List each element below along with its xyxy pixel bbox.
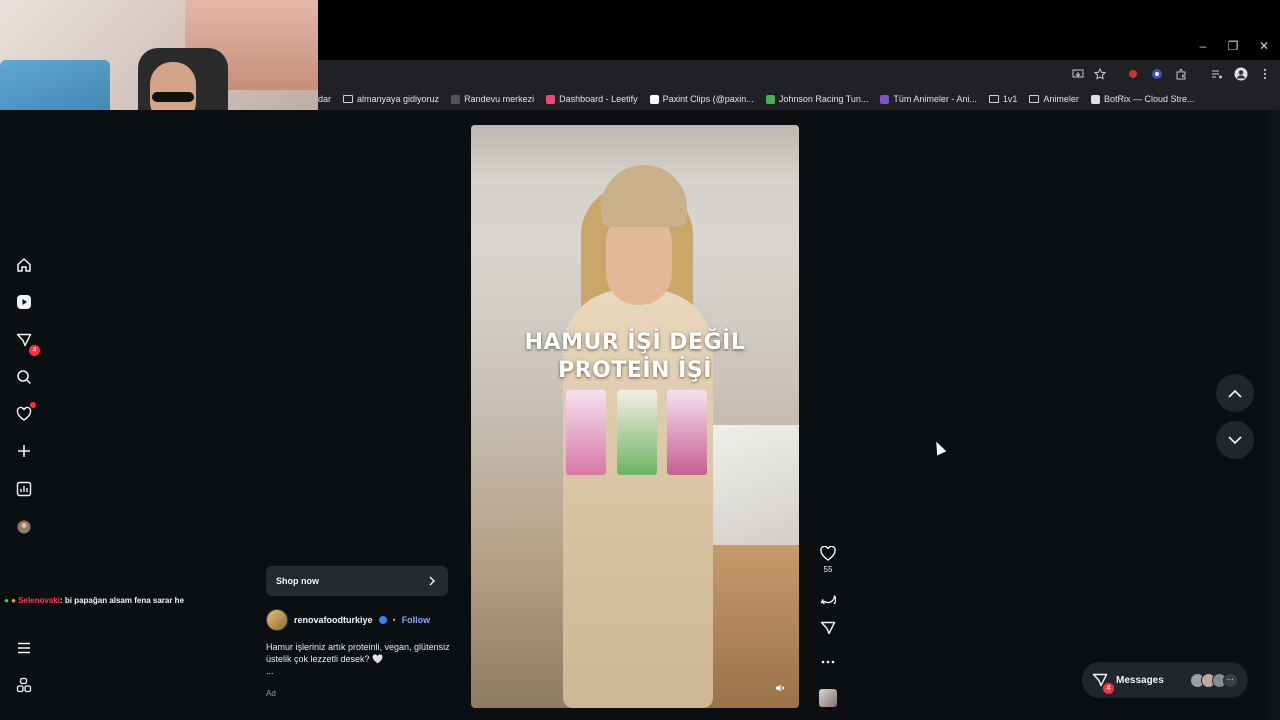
bookmark-label: Johnson Racing Tun... (778, 94, 869, 104)
account-avatar[interactable] (266, 609, 288, 631)
post-description: Hamur işleriniz artık proteinli, vegan, … (266, 641, 456, 677)
chat-status-dot: ● (4, 596, 9, 605)
messages-badge: 4 (1103, 683, 1114, 694)
follow-button[interactable]: Follow (402, 615, 431, 625)
profile-avatar[interactable] (14, 517, 34, 537)
messages-label: Messages (1116, 674, 1164, 686)
bookmark-label: Tüm Animeler - Ani... (893, 94, 977, 104)
bookmark-item[interactable]: Randevu merkezi (451, 94, 534, 104)
install-app-icon[interactable] (1070, 66, 1086, 82)
chat-username: Selenovski (18, 596, 60, 605)
next-reel-button[interactable] (1216, 421, 1254, 459)
messages-icon: 4 (1092, 672, 1114, 694)
extension-icon[interactable] (1149, 66, 1165, 82)
site-icon (765, 94, 775, 104)
separator-dot: • (392, 615, 396, 625)
chat-text: : bi papağan alsam fena sarar he (59, 596, 185, 605)
bookmark-label: BotRix — Cloud Stre... (1103, 94, 1195, 104)
bookmark-item[interactable]: Paxint Clips (@paxin... (649, 94, 754, 104)
more-options-icon[interactable] (818, 652, 838, 672)
reel-caption: HAMUR İŞİ DEĞİL PROTEİN İŞİ (471, 329, 799, 385)
dashboard-chart-icon[interactable] (14, 479, 34, 499)
messages-avatars: ··· (1189, 672, 1238, 688)
site-icon (1090, 94, 1100, 104)
bookmark-item[interactable]: Johnson Racing Tun... (765, 94, 869, 104)
sunglasses (152, 92, 194, 102)
bookmark-label: Randevu merkezi (464, 94, 535, 104)
folder-icon (988, 95, 999, 103)
account-username[interactable]: renovafoodturkiye (294, 615, 373, 625)
close-window-button[interactable]: ✕ (1249, 36, 1279, 56)
bookmark-label: Dashboard - Leetify (559, 94, 638, 104)
bookmark-label: Animeler (1043, 94, 1079, 104)
caption-line-2: PROTEİN İŞİ (558, 358, 712, 383)
page-scrollbar[interactable] (1268, 110, 1280, 720)
stream-chat-message: ● ● Selenovski: bi papağan alsam fena sa… (4, 596, 184, 605)
verified-badge-icon (378, 616, 387, 624)
chevron-right-icon (429, 576, 435, 586)
messages-button[interactable]: 4 Messages ··· (1082, 662, 1248, 698)
search-icon[interactable] (14, 367, 34, 387)
reel-video[interactable]: HAMUR İŞİ DEĞİL PROTEİN İŞİ (471, 125, 799, 708)
bookmark-label: Paxint Clips (@paxin... (662, 94, 754, 104)
bookmark-item[interactable]: Dashboard - Leetify (546, 94, 638, 104)
ad-label: Ad (266, 689, 276, 698)
description-more[interactable]: ... (266, 665, 456, 677)
product-package-pink (566, 390, 606, 475)
mute-icon[interactable] (773, 681, 787, 695)
also-from-meta-icon[interactable] (14, 675, 34, 695)
bookmark-item[interactable]: 1v1 (988, 94, 1018, 104)
like-heart-icon[interactable] (818, 543, 838, 563)
bookmark-label: 1v1 (1002, 94, 1018, 104)
reels-icon[interactable] (14, 292, 34, 312)
create-plus-icon[interactable] (14, 441, 34, 461)
bookmark-item[interactable]: BotRix — Cloud Stre... (1090, 94, 1195, 104)
comment-icon[interactable] (818, 586, 838, 606)
site-icon (880, 94, 890, 104)
extension-icon[interactable] (1125, 66, 1141, 82)
description-text: Hamur işleriniz artık proteinli, vegan, … (266, 642, 450, 664)
chevron-up-icon (1228, 389, 1242, 398)
bookmark-label: almanyaya gidiyoruz (357, 94, 440, 104)
profile-avatar-icon[interactable] (1233, 66, 1249, 82)
shop-now-label: Shop now (276, 576, 319, 586)
notification-badge: 4 (29, 345, 40, 356)
share-icon[interactable] (818, 618, 838, 638)
menu-kebab-icon[interactable] (1257, 66, 1273, 82)
audio-thumbnail[interactable] (819, 689, 837, 707)
chat-badge-dot: ● (11, 596, 16, 605)
restore-button[interactable]: ❐ (1218, 36, 1248, 56)
bookmark-item[interactable]: Tüm Animeler - Ani... (880, 94, 977, 104)
chevron-down-icon (1228, 435, 1242, 444)
direct-messages-icon[interactable]: 4 (14, 330, 40, 356)
folder-icon (1029, 95, 1040, 103)
folder-icon (343, 95, 354, 103)
bookmark-star-icon[interactable] (1092, 66, 1108, 82)
extensions-puzzle-icon[interactable] (1173, 66, 1189, 82)
more-menu-icon[interactable] (14, 638, 34, 658)
account-row: renovafoodturkiye • Follow (266, 609, 430, 631)
media-control-icon[interactable] (1209, 66, 1225, 82)
tiktok-icon (649, 94, 659, 104)
bookmark-item[interactable]: Animeler (1029, 94, 1079, 104)
bookmarks-bar: dar almanyaya gidiyoruz Randevu merkezi Das… (318, 88, 1280, 110)
like-count: 55 (823, 565, 833, 574)
caption-line-1: HAMUR İŞİ DEĞİL (524, 330, 746, 355)
bookmark-item[interactable]: almanyaya gidiyoruz (343, 94, 439, 104)
site-icon (451, 94, 461, 104)
product-package-pink-2 (667, 390, 707, 475)
minimize-button[interactable]: – (1188, 36, 1218, 56)
more-contacts-icon: ··· (1222, 672, 1238, 688)
shop-now-button[interactable]: Shop now (266, 566, 448, 596)
site-icon (546, 94, 556, 104)
previous-reel-button[interactable] (1216, 374, 1254, 412)
notification-dot (30, 402, 36, 408)
bookmark-item[interactable]: dar (318, 94, 331, 104)
notifications-heart-icon[interactable] (14, 402, 36, 424)
product-package-green (617, 390, 657, 475)
bookmark-label: dar (318, 94, 332, 104)
marble-counter (701, 425, 799, 545)
home-icon[interactable] (14, 255, 34, 275)
